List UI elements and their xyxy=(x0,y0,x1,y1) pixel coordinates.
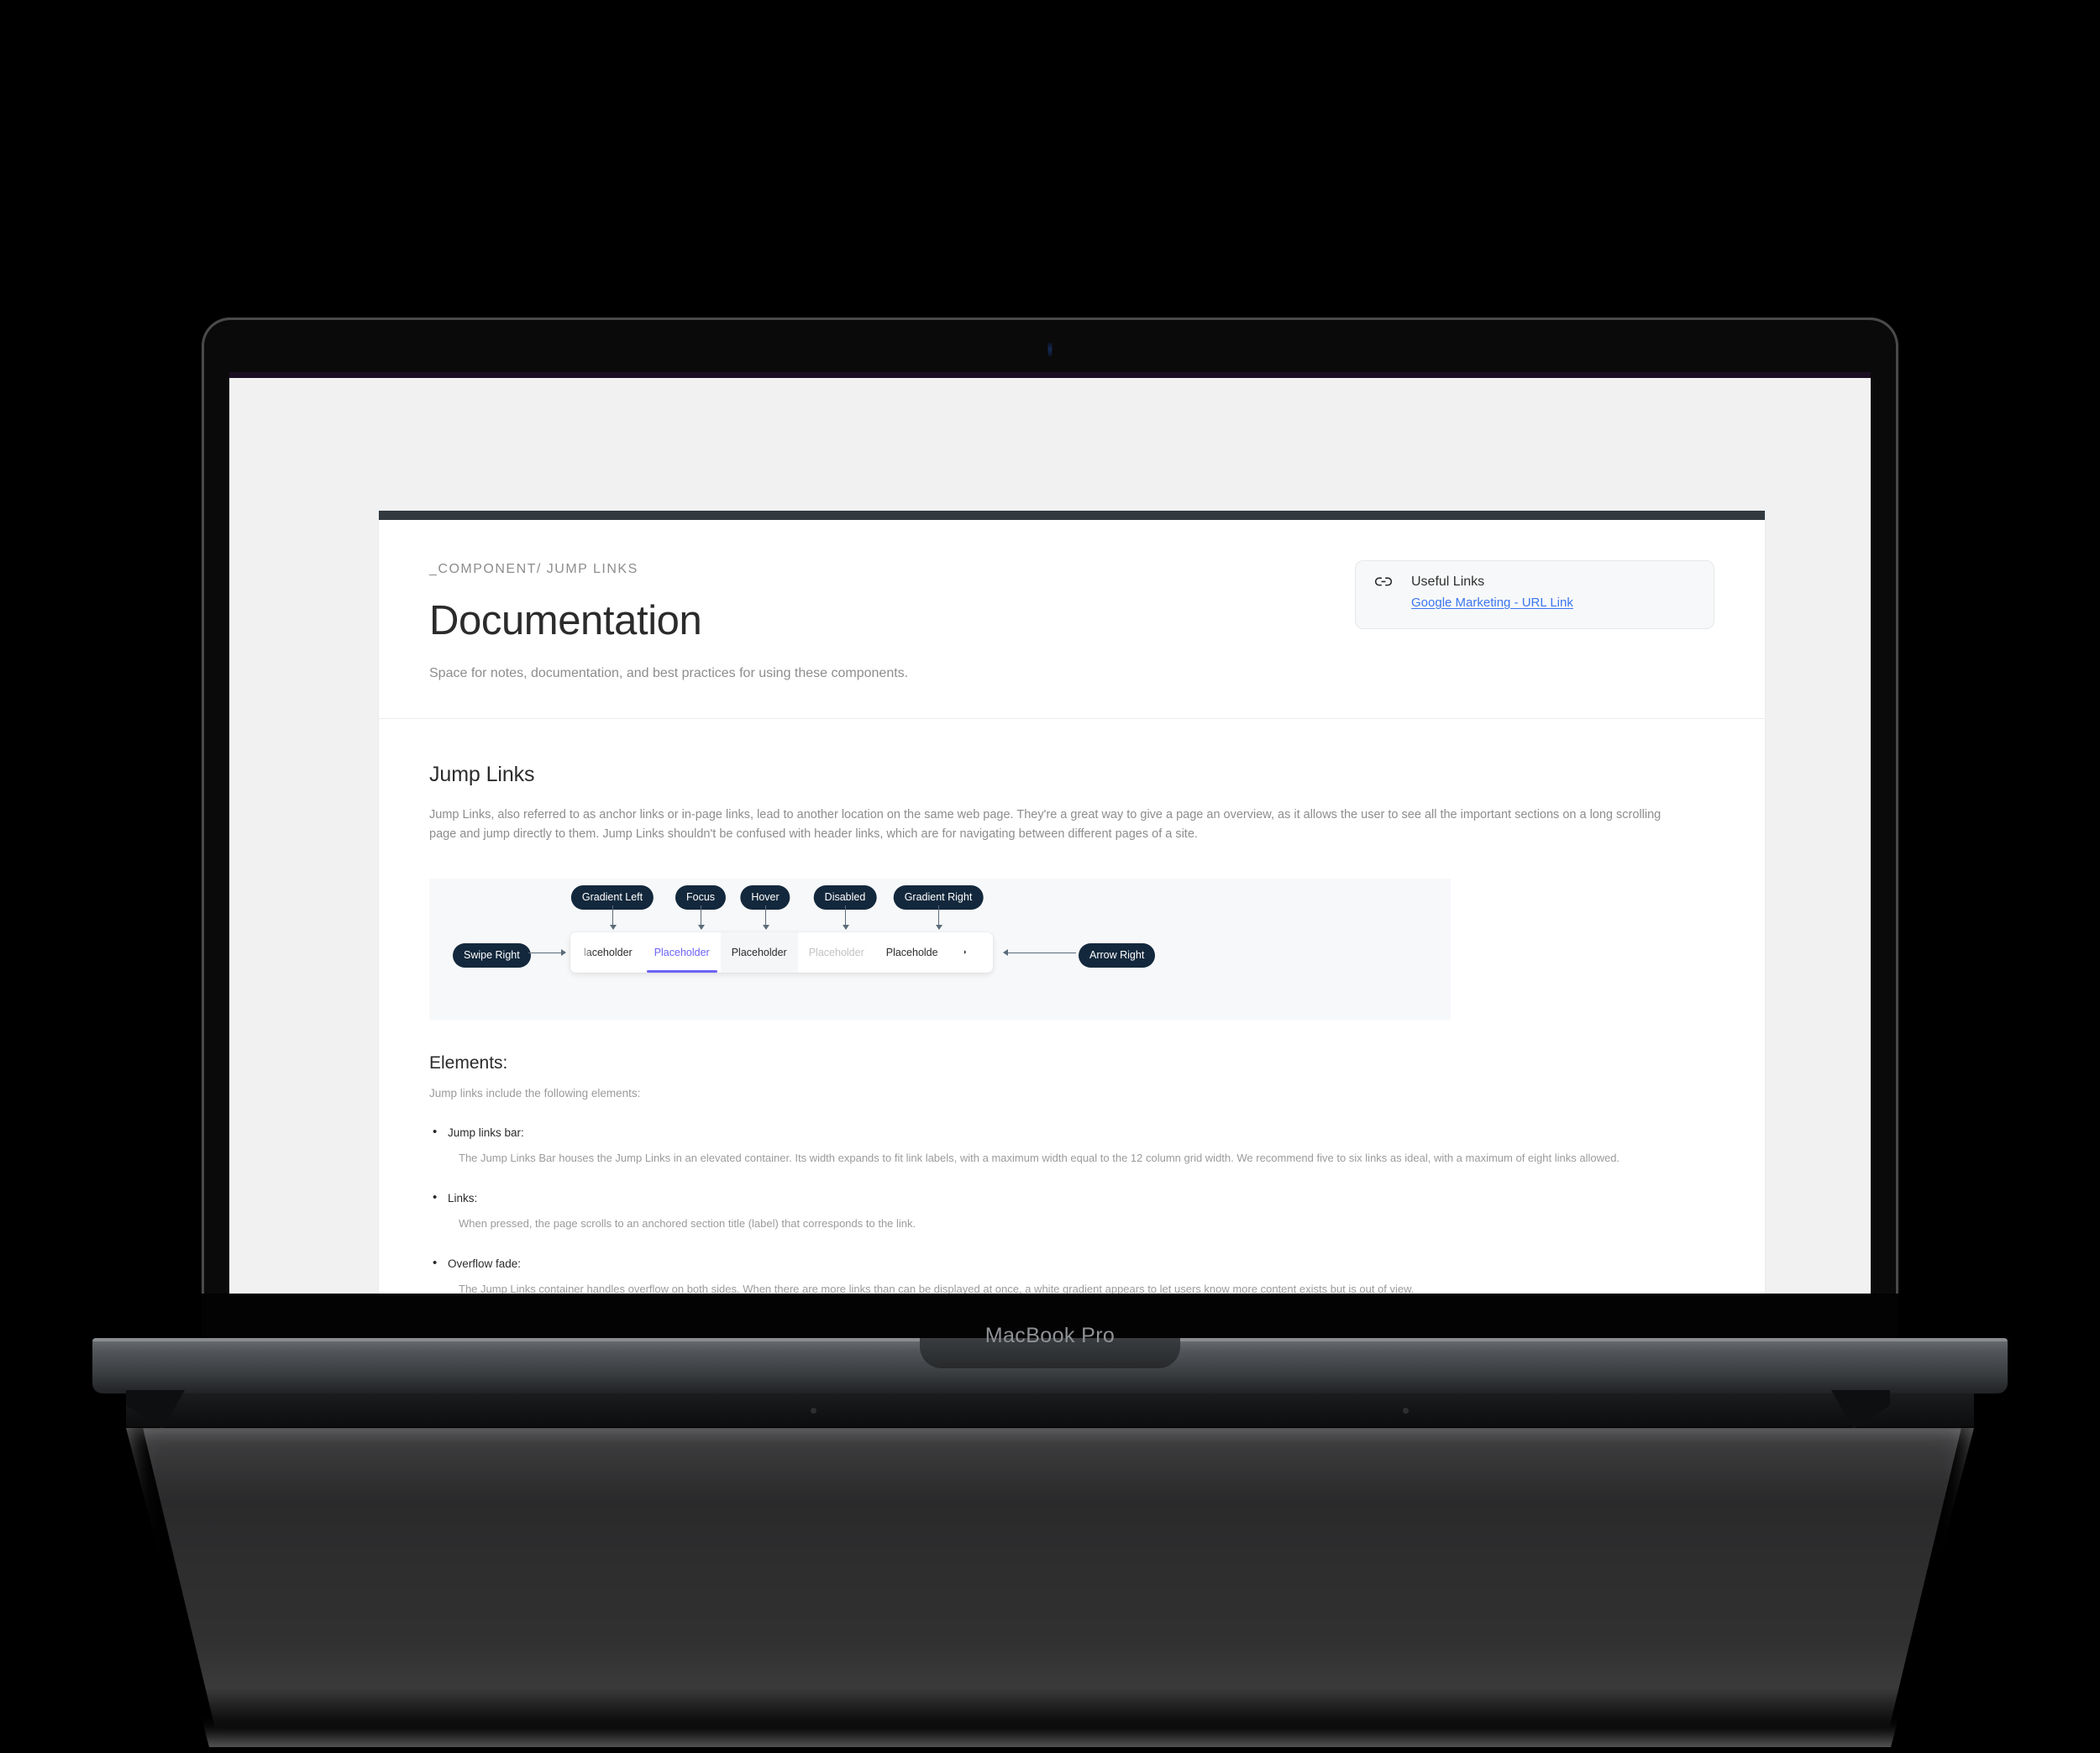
link-icon xyxy=(1374,576,1393,588)
annotation-pill-arrow-right: Arrow Right xyxy=(1079,942,1156,968)
jump-links-section: Jump Links Jump Links, also referred to … xyxy=(379,719,1765,1336)
base-screw-left xyxy=(811,1408,816,1414)
jump-link-item-focus[interactable]: Placeholder xyxy=(643,932,721,973)
jump-link-label: Placeholder xyxy=(654,946,710,958)
elements-intro: Jump links include the following element… xyxy=(429,1086,641,1100)
page-subtitle: Space for notes, documentation, and best… xyxy=(429,666,909,680)
list-item: Links: When pressed, the page scrolls to… xyxy=(429,1190,1714,1232)
leader-line-gradient-right xyxy=(935,905,942,930)
card-top-bar xyxy=(379,511,1765,520)
leader-line-gradient-left xyxy=(609,905,617,930)
jump-link-label: laceholder xyxy=(584,946,633,958)
list-item-title: Jump links bar: xyxy=(448,1126,524,1139)
webcam-icon xyxy=(1047,343,1053,356)
list-item-body: When pressed, the page scrolls to an anc… xyxy=(459,1217,916,1231)
section-heading-jump-links: Jump Links xyxy=(429,763,535,786)
documentation-card: _COMPONENT/ JUMP LINKS Documentation Spa… xyxy=(379,511,1765,1336)
laptop-lid: _COMPONENT/ JUMP LINKS Documentation Spa… xyxy=(202,318,1898,1338)
jump-links-bar: laceholder Placeholder Placeholder Place… xyxy=(570,932,993,973)
chevron-right-icon[interactable] xyxy=(949,932,978,973)
leader-line-disabled xyxy=(842,905,849,930)
jump-link-item-disabled: Placeholder xyxy=(798,932,875,973)
base-underside xyxy=(126,1393,1974,1427)
leader-line-hover xyxy=(762,905,769,930)
annotation-pill-swipe-right: Swipe Right xyxy=(453,942,531,968)
list-item-title: Links: xyxy=(448,1192,478,1205)
useful-links-url[interactable]: Google Marketing - URL Link xyxy=(1411,596,1714,610)
jump-links-paragraph: Jump Links, also referred to as anchor l… xyxy=(429,808,1662,842)
jump-link-label: Placeholde xyxy=(885,946,938,958)
jump-link-label: Placeholder xyxy=(731,946,787,958)
list-item: Jump links bar: The Jump Links Bar house… xyxy=(429,1125,1714,1167)
screenshot-stage: _COMPONENT/ JUMP LINKS Documentation Spa… xyxy=(0,0,2100,1753)
browser-chrome-strip xyxy=(229,372,1871,378)
device-brand-label: MacBook Pro xyxy=(984,1324,1116,1347)
laptop-screen: _COMPONENT/ JUMP LINKS Documentation Spa… xyxy=(229,372,1871,1336)
doc-header: _COMPONENT/ JUMP LINKS Documentation Spa… xyxy=(379,520,1765,719)
jump-link-item-hover[interactable]: Placeholder xyxy=(720,932,798,973)
jump-link-item-gradient-right[interactable]: Placeholde xyxy=(875,932,949,973)
list-item-body: The Jump Links Bar houses the Jump Links… xyxy=(459,1151,1620,1164)
surface-reflection xyxy=(143,1428,1961,1730)
jump-link-label: Placeholder xyxy=(808,946,864,958)
jump-links-anatomy-diagram: Gradient Left Focus Hover Disabled Gradi… xyxy=(429,878,1451,1020)
jump-link-item-gradient-left[interactable]: laceholder xyxy=(570,932,643,973)
useful-links-card: Useful Links Google Marketing - URL Link xyxy=(1355,560,1714,629)
useful-links-heading: Useful Links xyxy=(1411,575,1485,589)
list-item-title: Overflow fade: xyxy=(448,1257,522,1271)
list-item: Overflow fade: The Jump Links container … xyxy=(429,1256,1714,1298)
base-screw-right xyxy=(1403,1408,1409,1414)
section-heading-elements: Elements: xyxy=(429,1052,508,1073)
